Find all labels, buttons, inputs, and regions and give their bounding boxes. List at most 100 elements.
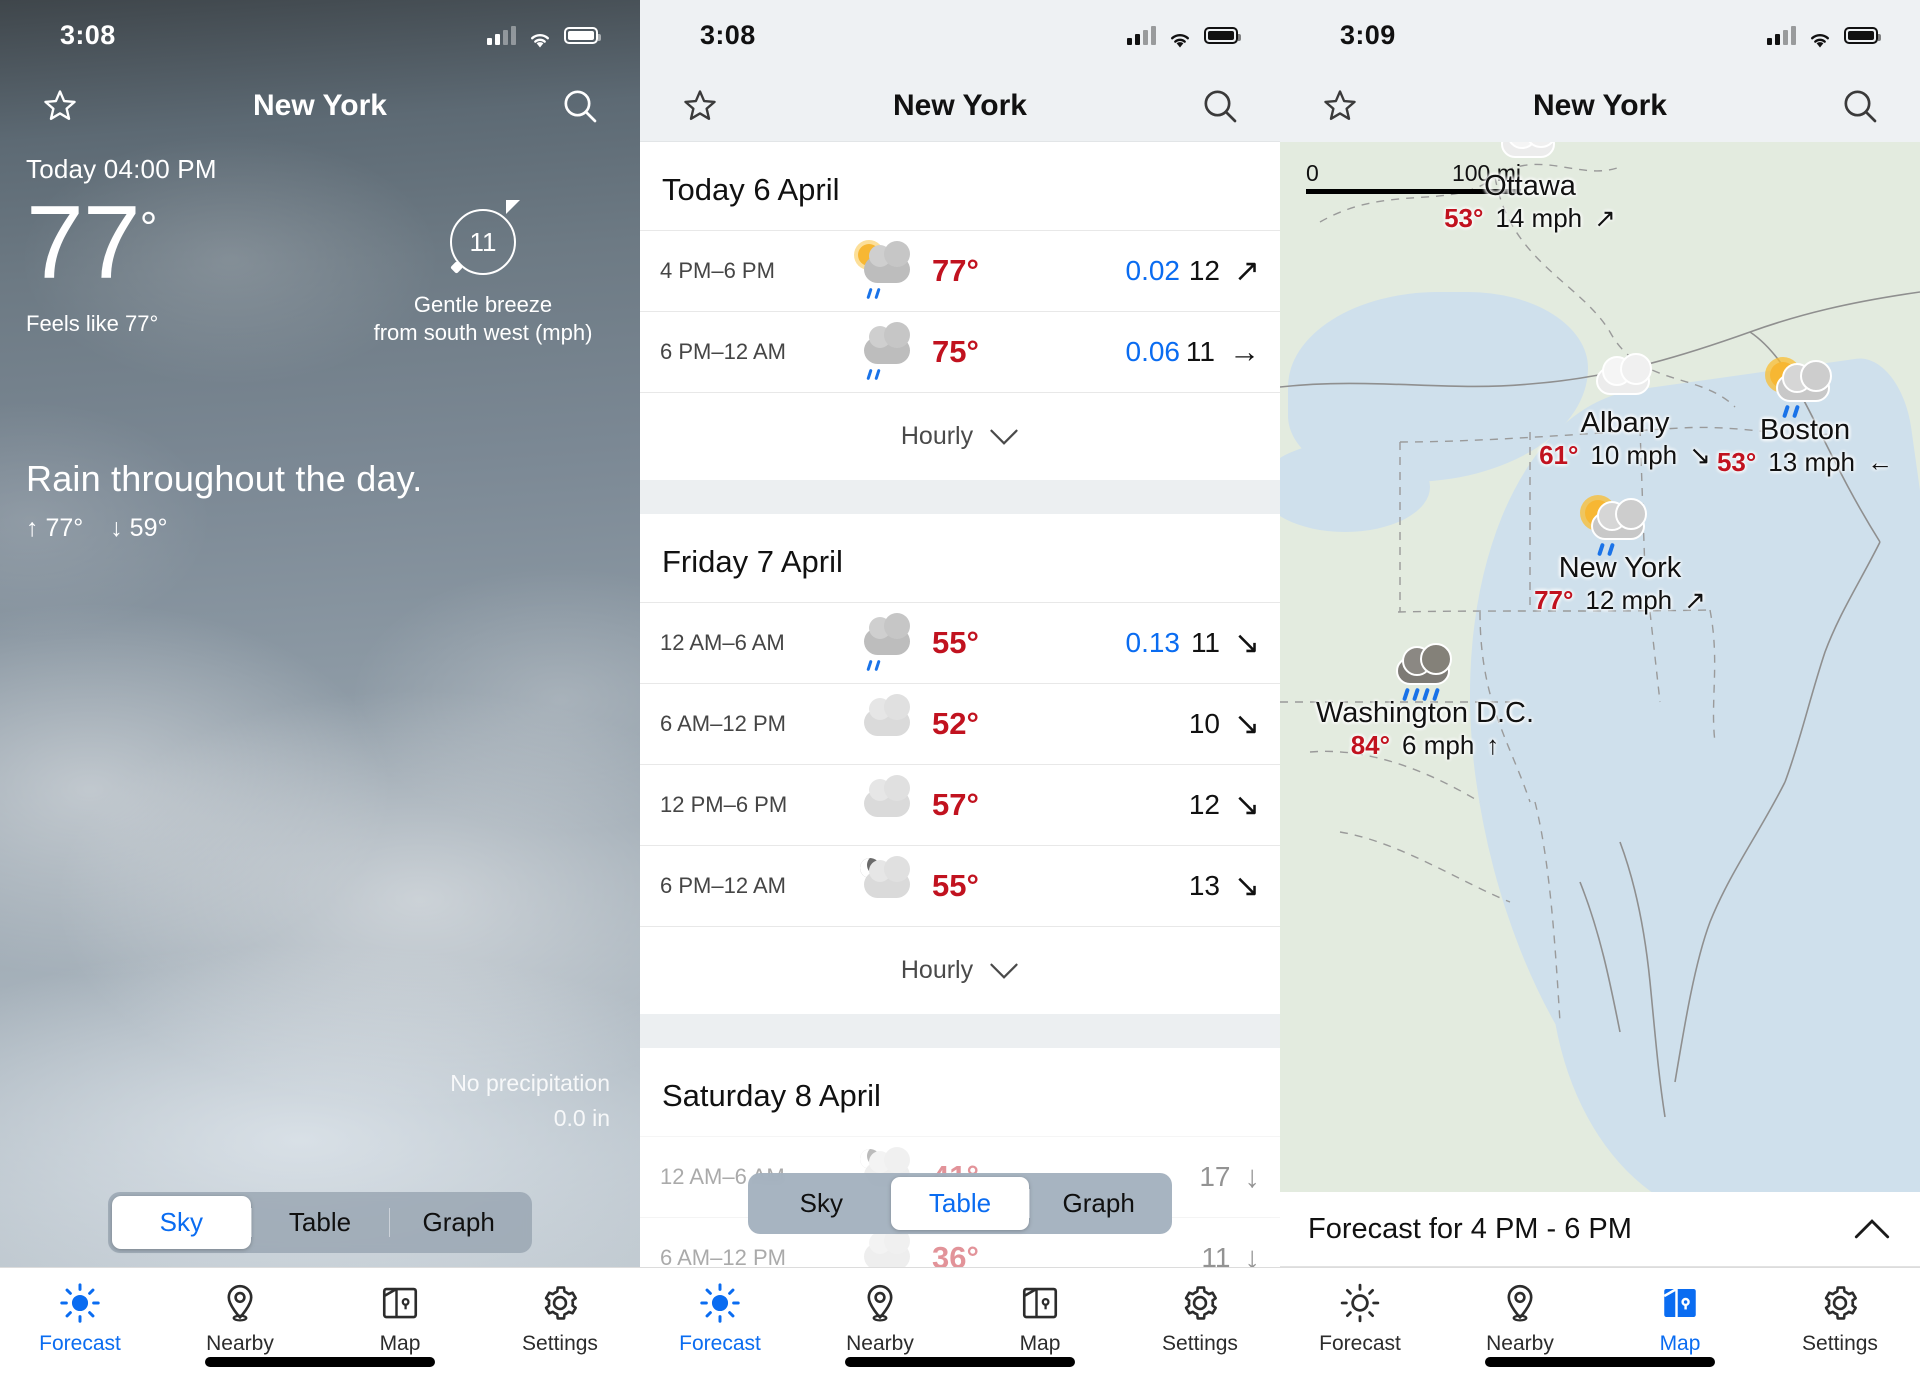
sun-icon [1340, 1283, 1380, 1323]
nav-bar: New York [0, 70, 640, 142]
weather-summary-block: Rain throughout the day. ↑ 77° ↓ 59° [26, 458, 614, 543]
day-title: Saturday 8 April [662, 1078, 881, 1113]
wind-direction-arrow-icon: ↘ [1234, 787, 1260, 822]
sky-content: Today 04:00 PM 77° Feels like 77° 11 Gen… [0, 154, 640, 543]
tab-nearby[interactable]: Nearby [160, 1268, 320, 1385]
map-marker-new-york[interactable]: New York 77° 12 mph ↗ [1480, 498, 1760, 616]
row-temperature: 75° [932, 334, 979, 369]
row-wind: 12 ↘ [1180, 787, 1260, 823]
chevron-up-icon[interactable] [1852, 1218, 1892, 1240]
row-time: 4 PM–6 PM [660, 258, 775, 283]
wifi-icon [1167, 25, 1193, 48]
table-row[interactable]: 12 PM–6 PM 57° 12 ↘ [640, 764, 1280, 845]
marker-temperature: 77° [1534, 585, 1574, 615]
segment-table[interactable]: Table [250, 1196, 390, 1249]
marker-wind: 14 mph [1495, 203, 1583, 233]
segment-graph[interactable]: Graph [1029, 1177, 1168, 1230]
tab-map[interactable]: Map [960, 1268, 1120, 1385]
low-temperature: ↓ 59° [110, 514, 168, 542]
row-precipitation: 0.06 [1125, 336, 1181, 367]
hourly-label: Hourly [900, 422, 974, 450]
map-icon [1022, 1287, 1058, 1319]
forecast-time-bar[interactable]: Forecast for 4 PM - 6 PM [1280, 1192, 1920, 1267]
map-pin-icon [867, 1284, 893, 1322]
gear-icon [544, 1286, 577, 1320]
wind-direction-arrow-icon: ↗ [1684, 585, 1706, 615]
tab-nearby[interactable]: Nearby [800, 1268, 960, 1385]
bottom-tab-bar: Forecast Nearby Map Settings [1280, 1267, 1920, 1385]
nav-bar: New York [1280, 70, 1920, 142]
tab-forecast[interactable]: Forecast [1280, 1268, 1440, 1385]
search-icon[interactable] [1192, 78, 1248, 134]
hourly-label: Hourly [900, 956, 974, 984]
tab-forecast[interactable]: Forecast [640, 1268, 800, 1385]
view-mode-segmented-control[interactable]: Sky Table Graph [748, 1173, 1172, 1234]
table-row[interactable]: 6 AM–12 PM 52° 10 ↘ [640, 683, 1280, 764]
map-marker-washington-dc[interactable]: Washington D.C. 84° 6 mph ↑ [1280, 643, 1575, 761]
tab-label: Map [1019, 1332, 1061, 1355]
home-indicator [205, 1357, 435, 1367]
chevron-down-icon [990, 429, 1018, 445]
row-wind-speed: 12 [1188, 789, 1221, 820]
table-row[interactable]: 12 AM–6 AM 55° 0.13 11 ↘ [640, 602, 1280, 683]
tab-map[interactable]: Map [1600, 1268, 1760, 1385]
weather-moon-cloud-icon [842, 856, 932, 909]
forecast-table-scroll[interactable]: Today 6 April 4 PM–6 PM 77° 0.02 12 ↗ 6 … [640, 142, 1280, 1267]
tab-nearby[interactable]: Nearby [1440, 1268, 1600, 1385]
tab-map[interactable]: Map [320, 1268, 480, 1385]
tab-settings[interactable]: Settings [480, 1268, 640, 1385]
marker-city-name: New York [1558, 552, 1682, 584]
status-time: 3:08 [700, 19, 756, 50]
row-wind-speed: 10 [1188, 708, 1221, 739]
weather-map[interactable]: 0 100 mi Ottawa 53° 14 mph ↗ Albany 61° … [1280, 142, 1920, 1192]
favorite-star-icon[interactable] [1312, 78, 1368, 134]
high-temperature: ↑ 77° [26, 514, 84, 542]
row-time: 6 PM–12 AM [660, 873, 786, 898]
chevron-down-icon [990, 963, 1018, 979]
segment-graph[interactable]: Graph [389, 1196, 528, 1249]
tab-label: Settings [1802, 1332, 1878, 1355]
row-precipitation: 0.13 [1125, 627, 1181, 658]
section-divider [640, 480, 1280, 514]
favorite-star-icon[interactable] [32, 78, 88, 134]
forecast-time-label: Forecast for 4 PM - 6 PM [1308, 1212, 1632, 1245]
status-bar: 3:08 [0, 0, 640, 70]
search-icon[interactable] [1832, 78, 1888, 134]
segment-sky[interactable]: Sky [112, 1196, 251, 1249]
section-divider [640, 1014, 1280, 1048]
segment-sky[interactable]: Sky [752, 1177, 891, 1230]
row-wind: 11 ↓ [1180, 1240, 1260, 1267]
tab-forecast[interactable]: Forecast [0, 1268, 160, 1385]
wind-direction-arrow-icon: ↘ [1234, 706, 1260, 741]
weather-cloud-icon [1590, 353, 1660, 405]
weather-cloud-icon [842, 775, 932, 828]
row-time: 6 AM–12 PM [660, 711, 786, 736]
weather-cloud-rain-icon [842, 322, 932, 381]
hourly-expander[interactable]: Hourly [640, 926, 1280, 1014]
hourly-expander[interactable]: Hourly [640, 392, 1280, 480]
weather-sun-cloud-rain-icon [1585, 498, 1655, 557]
row-wind-speed: 11 [1201, 1242, 1231, 1267]
weather-sun-cloud-rain-icon [1770, 360, 1840, 419]
table-row[interactable]: 6 PM–12 AM 75° 0.06 11 → [640, 311, 1280, 392]
search-icon[interactable] [552, 78, 608, 134]
marker-wind: 12 mph [1585, 585, 1673, 615]
segment-table[interactable]: Table [890, 1177, 1030, 1230]
table-row[interactable]: 4 PM–6 PM 77° 0.02 12 ↗ [640, 230, 1280, 311]
table-row[interactable]: 6 PM–12 AM 55° 13 ↘ [640, 845, 1280, 926]
tab-settings[interactable]: Settings [1120, 1268, 1280, 1385]
map-icon [382, 1287, 418, 1319]
weather-cloud-rain-icon [842, 613, 932, 672]
marker-temperature: 53° [1716, 447, 1757, 477]
map-marker-boston[interactable]: Boston 53° 13 mph ← [1675, 360, 1920, 478]
marker-wind: 10 mph [1590, 440, 1678, 470]
precipitation-label: No precipitation [450, 1070, 610, 1096]
favorite-star-icon[interactable] [672, 78, 728, 134]
battery-icon [1204, 26, 1241, 44]
map-marker-ottawa[interactable]: Ottawa 53° 14 mph ↗ [1400, 142, 1660, 234]
view-mode-segmented-control[interactable]: Sky Table Graph [108, 1192, 532, 1253]
tab-settings[interactable]: Settings [1760, 1268, 1920, 1385]
status-time: 3:09 [1340, 19, 1396, 50]
wind-description-line2: from south west (mph) [373, 319, 593, 345]
scale-min: 0 [1306, 160, 1319, 186]
